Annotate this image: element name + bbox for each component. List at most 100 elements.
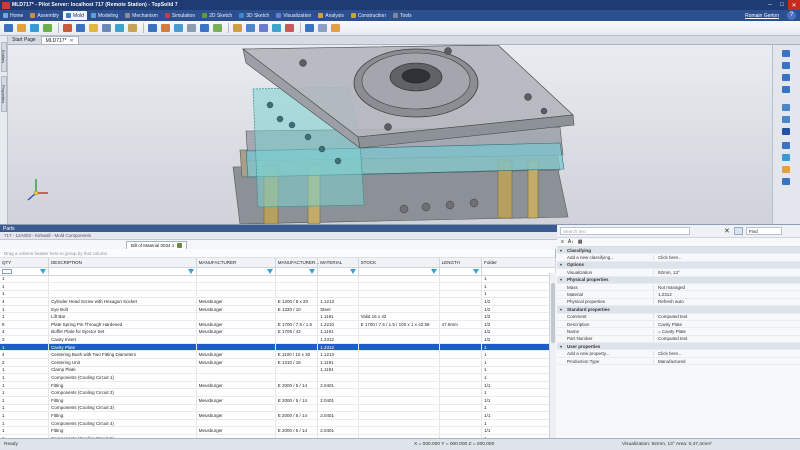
sprue-icon[interactable] bbox=[160, 23, 171, 34]
collapse-arrow-icon[interactable]: ▾ bbox=[557, 262, 565, 267]
view-rotate-down-icon[interactable] bbox=[781, 85, 791, 94]
layout-icon[interactable] bbox=[781, 127, 791, 136]
find-dropdown[interactable]: Find bbox=[745, 227, 782, 235]
core-icon[interactable] bbox=[29, 23, 40, 34]
collapse-arrow-icon[interactable]: ▾ bbox=[557, 277, 565, 282]
collapse-arrow-icon[interactable]: ▾ bbox=[557, 307, 565, 312]
ribbon-tab-tools[interactable]: Tools bbox=[390, 11, 415, 20]
filter-checkbox[interactable] bbox=[2, 268, 12, 274]
column-header[interactable]: QTY bbox=[0, 258, 50, 268]
maximize-icon[interactable]: □ bbox=[776, 0, 788, 10]
insert-icon[interactable] bbox=[62, 23, 73, 34]
tab-bill-of-material[interactable]: Bill of Material 0034 1 bbox=[126, 241, 188, 249]
user-name-link[interactable]: Romain Gerton bbox=[745, 13, 779, 19]
table-row[interactable]: 1 Clamp Plate 1.1191 1 bbox=[0, 366, 556, 375]
property-value[interactable]: Click here... bbox=[653, 351, 800, 357]
clear-search-icon[interactable]: ✕ bbox=[724, 227, 730, 235]
property-row[interactable]: Description Cavity Plate bbox=[557, 321, 800, 329]
table-row[interactable]: 11 bbox=[0, 282, 556, 291]
property-value[interactable]: 1.2312 bbox=[653, 292, 800, 298]
shaded-icon[interactable] bbox=[781, 141, 791, 150]
side-tab-properties[interactable]: Properties bbox=[1, 76, 7, 112]
vertical-scrollbar[interactable] bbox=[549, 273, 556, 439]
ribbon-tab-analysis[interactable]: Analysis bbox=[315, 11, 347, 20]
table-row[interactable]: 1 Components (Cooling Circuit 1) 1 bbox=[0, 373, 556, 382]
spring-icon[interactable] bbox=[212, 23, 223, 34]
ribbon-tab-assembly[interactable]: Assembly bbox=[27, 11, 62, 20]
column-header[interactable]: MATERIAL bbox=[317, 258, 359, 268]
property-row[interactable]: Part Number Computed text bbox=[557, 336, 800, 344]
ribbon-tab-mechanism[interactable]: Mechanism bbox=[122, 11, 161, 20]
view-rotate-left-icon[interactable] bbox=[781, 61, 791, 70]
column-header[interactable]: STOCK bbox=[358, 258, 440, 268]
ribbon-tab-modeling[interactable]: Modeling bbox=[88, 11, 121, 20]
thread-icon[interactable] bbox=[284, 23, 295, 34]
doc-tab-mld717[interactable]: MLD717* ✕ bbox=[40, 36, 79, 44]
property-category[interactable]: ▾ Options bbox=[557, 261, 800, 270]
property-row[interactable]: Name = Cavity Plate bbox=[557, 328, 800, 336]
funnel-icon[interactable] bbox=[187, 268, 194, 274]
property-row[interactable]: Add a new property... Click here... bbox=[557, 350, 800, 358]
wireframe-icon[interactable] bbox=[781, 153, 791, 162]
gate-icon[interactable] bbox=[127, 23, 138, 34]
ribbon-tab-2d-sketch[interactable]: 2D Sketch bbox=[199, 11, 235, 20]
property-value[interactable]: Not managed bbox=[653, 284, 800, 290]
property-row[interactable]: Material 1.2312 bbox=[557, 291, 800, 299]
mold-base-icon[interactable] bbox=[3, 23, 14, 34]
funnel-icon[interactable] bbox=[309, 268, 316, 274]
parting-icon[interactable] bbox=[42, 23, 53, 34]
property-row[interactable]: Comment Computed text bbox=[557, 314, 800, 321]
ribbon-tab-simulation[interactable]: Simulation bbox=[162, 11, 198, 20]
scrollbar-thumb[interactable] bbox=[551, 283, 555, 343]
table-row[interactable]: 1 Fitting Meusburger E 2000 / 5 / 14 2.0401 1… bbox=[0, 411, 556, 420]
sort-alpha-icon[interactable]: A↓ bbox=[568, 239, 574, 245]
table-row[interactable]: 4 Cylinder Head Screw with Hexagon Socket… bbox=[0, 297, 556, 306]
property-category[interactable]: ▾ User properties bbox=[557, 343, 800, 351]
close-icon[interactable]: ✕ bbox=[788, 0, 800, 10]
table-row[interactable]: 1 Components (Cooling Circuit 2) 1 bbox=[0, 388, 556, 397]
column-header[interactable]: MANUFACTURER... bbox=[275, 258, 319, 268]
drill-icon[interactable] bbox=[258, 23, 269, 34]
side-tab-entities[interactable]: Entities bbox=[1, 42, 7, 72]
column-filter[interactable] bbox=[358, 267, 440, 276]
table-row[interactable]: 1 Components (Cooling Circuit 3) 1 bbox=[0, 404, 556, 413]
column-filter[interactable] bbox=[317, 267, 359, 276]
column-header[interactable]: MANUFACTURER bbox=[196, 258, 276, 268]
analysis-icon[interactable] bbox=[330, 23, 341, 34]
ribbon-tab-construction[interactable]: Construction bbox=[348, 11, 389, 20]
categorized-icon[interactable]: ≡ bbox=[561, 239, 564, 245]
property-value[interactable]: = Cavity Plate bbox=[653, 328, 800, 334]
ribbon-tab-home[interactable]: Home bbox=[0, 11, 26, 20]
column-filter[interactable] bbox=[439, 267, 483, 276]
table-row[interactable]: 4 Centering Bush with Two Fitting Diamete… bbox=[0, 350, 556, 360]
lifter-icon[interactable] bbox=[88, 23, 99, 34]
find-icon[interactable] bbox=[733, 227, 743, 235]
view-rotate-up-icon[interactable] bbox=[781, 49, 791, 58]
pocket-icon[interactable] bbox=[245, 23, 256, 34]
property-value[interactable]: Refresh auto bbox=[653, 299, 800, 305]
table-row[interactable]: 8 Plate Spring Pin Through Hardened Meusbu… bbox=[0, 320, 556, 329]
table-row[interactable]: 11 bbox=[0, 275, 556, 284]
check-icon[interactable] bbox=[304, 23, 315, 34]
funnel-icon[interactable] bbox=[430, 268, 437, 274]
column-filter[interactable] bbox=[0, 267, 50, 276]
property-value[interactable]: Computed text bbox=[653, 314, 800, 320]
cavity-icon[interactable] bbox=[16, 23, 27, 34]
cooling-icon[interactable] bbox=[114, 23, 125, 34]
table-row[interactable]: 1 Components (Cooling Circuit 4) 1 bbox=[0, 419, 556, 428]
column-filter[interactable] bbox=[481, 267, 556, 276]
measure-icon[interactable] bbox=[317, 23, 328, 34]
ejector-icon[interactable] bbox=[101, 23, 112, 34]
table-row[interactable]: 1 Eye Bolt Meusburger E 1320 / 10 Steel 1/2 bbox=[0, 305, 556, 314]
property-value[interactable]: Click here... bbox=[653, 255, 800, 261]
collapse-arrow-icon[interactable]: ▾ bbox=[557, 344, 565, 349]
zoom-in-icon[interactable] bbox=[781, 103, 791, 112]
property-row[interactable]: Physical properties Refresh auto bbox=[557, 299, 800, 307]
mold-assembly-model[interactable] bbox=[8, 45, 772, 224]
funnel-icon[interactable] bbox=[266, 268, 273, 274]
table-row[interactable]: 1 Fitting Meusburger E 2000 / 5 / 14 2.0401 1… bbox=[0, 426, 556, 435]
property-value[interactable]: Computed text bbox=[653, 336, 800, 342]
dowel-icon[interactable] bbox=[199, 23, 210, 34]
property-category[interactable]: ▾ Standard properties bbox=[557, 306, 800, 314]
property-value[interactable]: Manufactured bbox=[653, 358, 800, 364]
